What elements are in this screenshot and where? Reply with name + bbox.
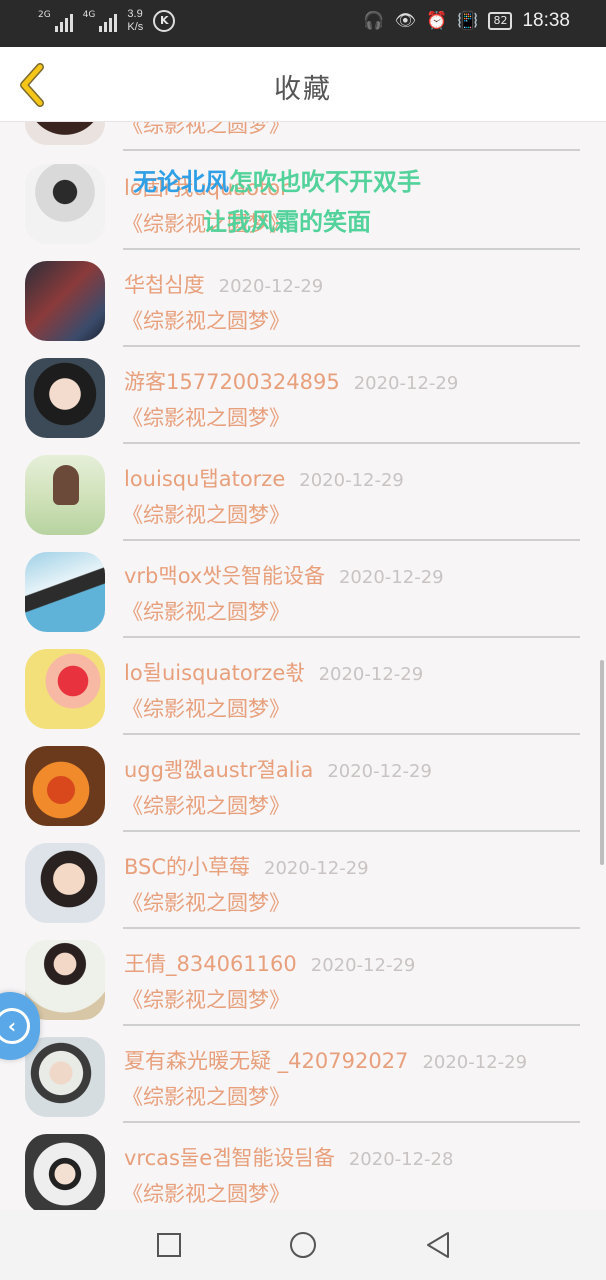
item-subtitle: 《综影视之圆梦》 bbox=[122, 891, 290, 915]
item-name: 夏有森光暖无疑 _420792027 2020-12-29 bbox=[124, 1049, 528, 1073]
item-name: BSC的小草莓 2020-12-29 bbox=[124, 855, 369, 879]
avatar bbox=[25, 843, 105, 923]
avatar bbox=[25, 649, 105, 729]
list-item[interactable]: louisqu탭atorze 2020-12-29 《综影视之圆梦》 bbox=[0, 455, 606, 552]
avatar bbox=[25, 1037, 105, 1117]
item-subtitle: 《综影视之圆梦》 bbox=[122, 212, 290, 236]
item-subtitle: 《综影视之圆梦》 bbox=[122, 406, 290, 430]
alarm-icon: ⏰ bbox=[426, 11, 448, 31]
page-title: 收藏 bbox=[274, 74, 332, 105]
avatar bbox=[25, 746, 105, 826]
divider bbox=[123, 733, 580, 735]
battery-indicator: 82 bbox=[488, 12, 513, 30]
avatar bbox=[25, 455, 105, 535]
item-subtitle: 《综影视之圆梦》 bbox=[122, 503, 290, 527]
item-name: 游客1577200324895 2020-12-29 bbox=[124, 370, 459, 394]
list-item[interactable]: 王倩_834061160 2020-12-29 《综影视之圆梦》 bbox=[0, 940, 606, 1037]
list-item[interactable]: 华첩심度 2020-12-29 《综影视之圆梦》 bbox=[0, 261, 606, 358]
item-name: lo뒬uisquatorze촧 2020-12-29 bbox=[124, 661, 424, 685]
divider bbox=[123, 927, 580, 929]
item-subtitle: 《综影视之圆梦》 bbox=[122, 988, 290, 1012]
item-name: 华첩심度 2020-12-29 bbox=[124, 273, 324, 297]
list-item[interactable]: vrb맥ox쌋읏智能设备 2020-12-29 《综影视之圆梦》 bbox=[0, 552, 606, 649]
avatar bbox=[25, 552, 105, 632]
divider bbox=[123, 1121, 580, 1123]
list-item[interactable]: BSC的小草莓 2020-12-29 《综影视之圆梦》 bbox=[0, 843, 606, 940]
item-name: 王倩_834061160 2020-12-29 bbox=[124, 952, 416, 976]
network-speed: 3.9 K/s bbox=[127, 8, 144, 33]
vibrate-icon: 📳 bbox=[457, 11, 479, 31]
list-item[interactable]: 夏有森光暖无疑 _420792027 2020-12-29 《综影视之圆梦》 bbox=[0, 1037, 606, 1134]
list-item[interactable]: lo固r我uquaotor 《综影视之圆梦》 bbox=[0, 164, 606, 261]
scrollbar-thumb[interactable] bbox=[600, 660, 604, 865]
app-notification-icon: K bbox=[153, 10, 176, 32]
avatar bbox=[25, 164, 105, 244]
item-name: ugg쾡꼢austr졀alia 2020-12-29 bbox=[124, 758, 432, 782]
back-nav-button[interactable] bbox=[424, 1230, 454, 1260]
item-name: lo固r我uquaotor bbox=[124, 176, 289, 200]
avatar bbox=[25, 122, 105, 145]
circle-icon bbox=[290, 1232, 316, 1258]
divider bbox=[123, 1024, 580, 1026]
list-item[interactable]: lo뒬uisquatorze촧 2020-12-29 《综影视之圆梦》 bbox=[0, 649, 606, 746]
item-subtitle: 《综影视之圆梦》 bbox=[122, 600, 290, 624]
item-subtitle: 《综影视之圆梦》 bbox=[122, 1182, 290, 1206]
divider bbox=[123, 830, 580, 832]
item-subtitle: 《综影视之圆梦》 bbox=[122, 697, 290, 721]
status-left: 2G 4G 3.9 K/s K bbox=[38, 8, 176, 34]
signal-icon: 4G bbox=[83, 10, 118, 32]
headphones-icon: 🎧 bbox=[363, 11, 385, 31]
avatar bbox=[25, 1134, 105, 1210]
list-item[interactable]: 游客1577200324895 2020-12-29 《综影视之圆梦》 bbox=[0, 358, 606, 455]
list-item[interactable]: 《综影视之圆梦》 bbox=[0, 122, 606, 162]
signal-icon: 2G bbox=[38, 10, 73, 32]
status-right: 🎧 👁 ⏰ 📳 82 18:38 bbox=[363, 10, 570, 32]
item-subtitle: 《综影视之圆梦》 bbox=[122, 122, 290, 137]
avatar bbox=[25, 261, 105, 341]
item-name: vrcas둘e곕智能设딈备 2020-12-28 bbox=[124, 1146, 454, 1170]
home-button[interactable] bbox=[288, 1230, 318, 1260]
triangle-back-icon bbox=[427, 1232, 449, 1258]
divider bbox=[123, 345, 580, 347]
list-item[interactable]: vrcas둘e곕智能设딈备 2020-12-28 《综影视之圆梦》 bbox=[0, 1134, 606, 1210]
item-name: vrb맥ox쌋읏智能设备 2020-12-29 bbox=[124, 564, 444, 588]
network-type-label: 2G bbox=[38, 10, 51, 20]
favorites-list: 《综影视之圆梦》 lo固r我uquaotor 《综影视之圆梦》 华첩심度 2020… bbox=[0, 122, 606, 1210]
square-icon bbox=[157, 1233, 181, 1257]
navigation-bar bbox=[0, 1210, 606, 1280]
divider bbox=[123, 248, 580, 250]
status-bar: 2G 4G 3.9 K/s K 🎧 👁 ⏰ 📳 82 18:38 bbox=[0, 0, 606, 47]
clock: 18:38 bbox=[522, 10, 570, 31]
divider bbox=[123, 149, 580, 151]
item-subtitle: 《综影视之圆梦》 bbox=[122, 794, 290, 818]
item-subtitle: 《综影视之圆梦》 bbox=[122, 309, 290, 333]
divider bbox=[123, 636, 580, 638]
item-subtitle: 《综影视之圆梦》 bbox=[122, 1085, 290, 1109]
eye-icon: 👁 bbox=[394, 11, 417, 31]
recent-apps-button[interactable] bbox=[154, 1230, 184, 1260]
header: 收藏 bbox=[0, 47, 606, 122]
divider bbox=[123, 442, 580, 444]
avatar bbox=[25, 358, 105, 438]
item-name: louisqu탭atorze 2020-12-29 bbox=[124, 467, 404, 491]
list-item[interactable]: ugg쾡꼢austr졀alia 2020-12-29 《综影视之圆梦》 bbox=[0, 746, 606, 843]
network-type-label: 4G bbox=[82, 10, 96, 20]
chevron-left-icon: ‹ bbox=[0, 1008, 30, 1044]
divider bbox=[123, 539, 580, 541]
